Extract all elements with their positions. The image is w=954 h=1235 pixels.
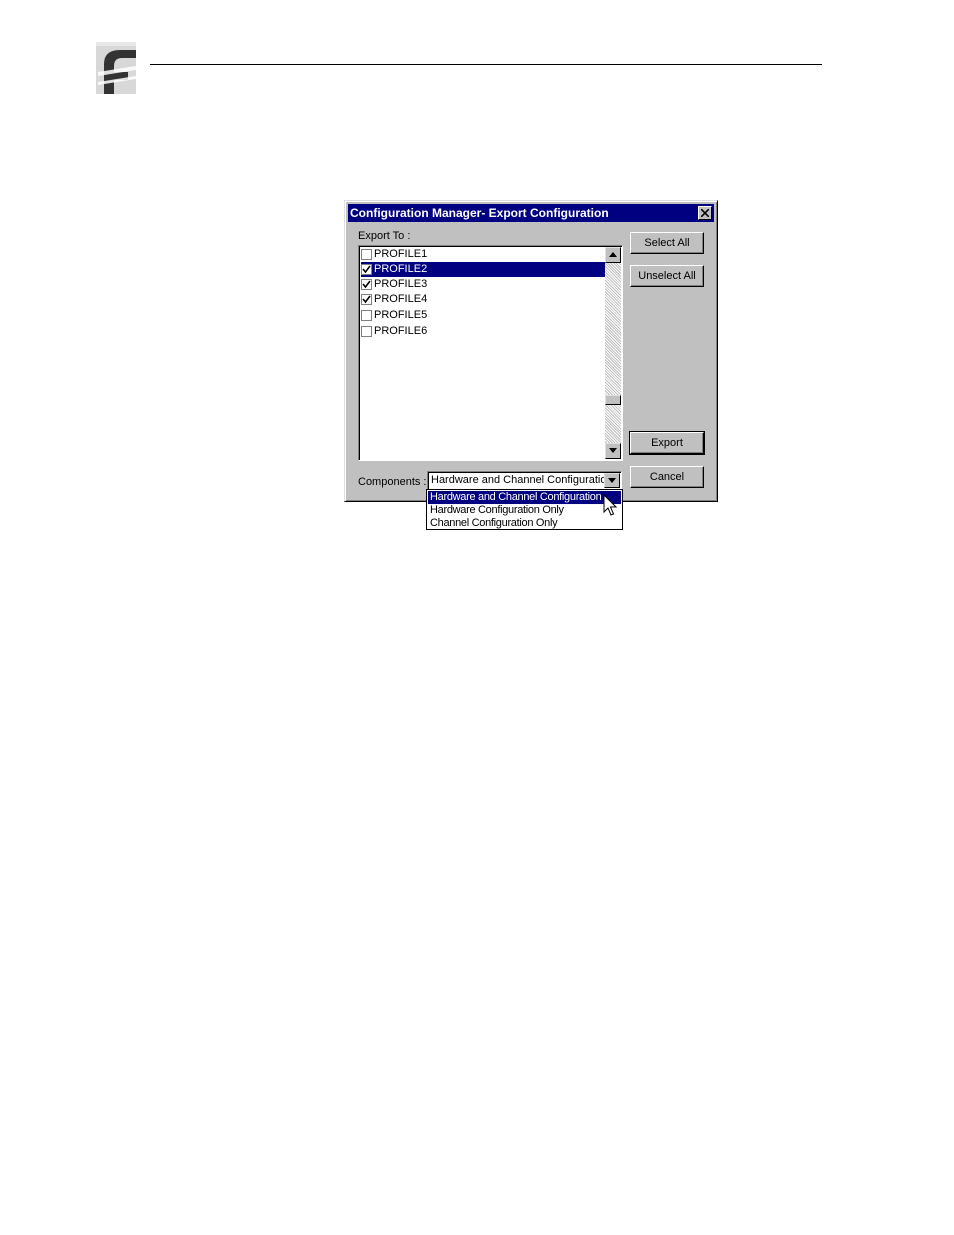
- components-dropdown-list[interactable]: Hardware and Channel Configuration Hardw…: [426, 489, 623, 530]
- scroll-thumb[interactable]: [605, 395, 621, 405]
- dropdown-arrow-icon: [608, 478, 616, 483]
- profile6-checkbox[interactable]: [361, 326, 372, 337]
- profile1-checkbox[interactable]: [361, 249, 372, 260]
- profile3-checkbox[interactable]: [361, 279, 372, 290]
- components-select[interactable]: Hardware and Channel Configuration: [427, 471, 622, 490]
- close-icon: [701, 209, 709, 217]
- cancel-button[interactable]: Cancel: [630, 466, 704, 488]
- profile-label: PROFILE2: [374, 263, 428, 275]
- list-item-profile1[interactable]: PROFILE1: [361, 247, 605, 262]
- profile5-checkbox[interactable]: [361, 310, 372, 321]
- export-button[interactable]: Export: [629, 431, 705, 455]
- scroll-down-arrow-icon: [609, 448, 617, 453]
- list-item-profile2[interactable]: PROFILE2: [361, 262, 605, 277]
- mouse-pointer-icon: [603, 494, 617, 516]
- profile-listbox[interactable]: PROFILE1 PROFILE2 PROFILE3 PROFILE4 PROF…: [358, 245, 623, 461]
- list-item-profile3[interactable]: PROFILE3: [361, 277, 605, 292]
- header-rule: [150, 64, 822, 65]
- list-item-profile5[interactable]: PROFILE5: [361, 308, 605, 323]
- export-configuration-dialog: Configuration Manager- Export Configurat…: [344, 200, 718, 502]
- list-item-profile4[interactable]: PROFILE4: [361, 292, 605, 307]
- scroll-up-button[interactable]: [605, 247, 621, 263]
- export-to-label: Export To :: [358, 230, 411, 242]
- components-selected-value: Hardware and Channel Configuration: [431, 474, 613, 486]
- unselect-all-button[interactable]: Unselect All: [630, 265, 704, 287]
- checkmark-icon: [362, 295, 371, 304]
- title-bar[interactable]: Configuration Manager- Export Configurat…: [348, 204, 714, 222]
- profile-label: PROFILE4: [374, 293, 428, 305]
- list-item-profile6[interactable]: PROFILE6: [361, 324, 605, 339]
- close-button[interactable]: [698, 206, 712, 220]
- scroll-up-arrow-icon: [609, 252, 617, 257]
- dialog-title: Configuration Manager- Export Configurat…: [350, 206, 609, 220]
- scroll-down-button[interactable]: [605, 443, 621, 459]
- components-label: Components :: [358, 476, 427, 488]
- profile2-checkbox[interactable]: [361, 264, 372, 275]
- components-dropdown-button[interactable]: [604, 473, 620, 488]
- option-hardware-and-channel[interactable]: Hardware and Channel Configuration: [427, 490, 622, 505]
- company-logo-icon: [96, 42, 140, 96]
- select-all-button[interactable]: Select All: [630, 232, 704, 254]
- profile-label: PROFILE1: [374, 248, 428, 260]
- vertical-scrollbar[interactable]: [605, 247, 621, 459]
- option-channel-only[interactable]: Channel Configuration Only: [428, 517, 621, 530]
- profile-label: PROFILE6: [374, 325, 428, 337]
- checkmark-icon: [362, 265, 371, 274]
- profile4-checkbox[interactable]: [361, 294, 372, 305]
- checkmark-icon: [362, 280, 371, 289]
- profile-label: PROFILE5: [374, 309, 428, 321]
- option-hardware-only[interactable]: Hardware Configuration Only: [428, 504, 621, 517]
- profile-label: PROFILE3: [374, 278, 428, 290]
